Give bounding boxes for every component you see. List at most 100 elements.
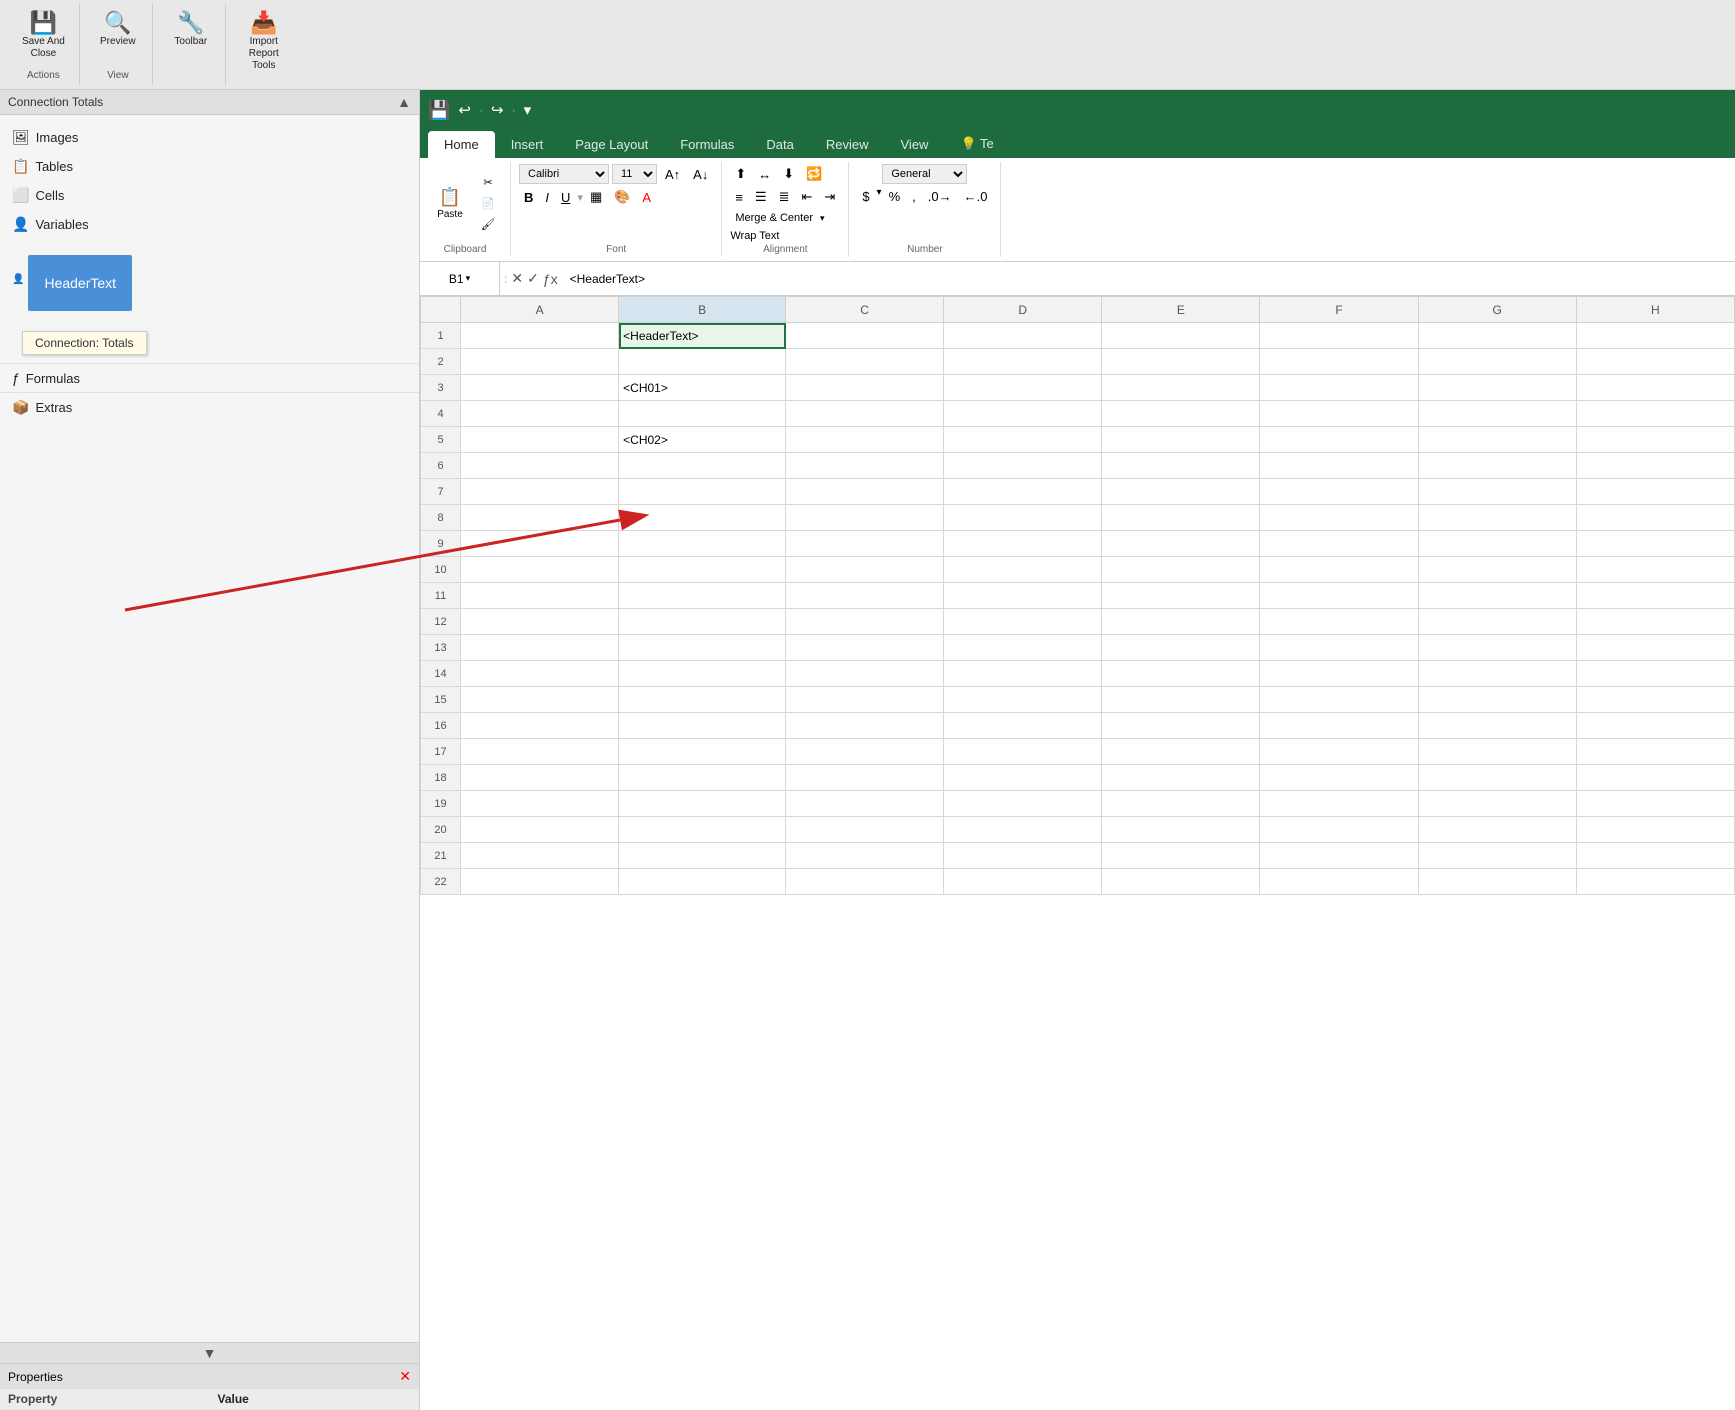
cell[interactable] [1260,791,1418,817]
cell[interactable] [1102,375,1260,401]
cell[interactable] [786,453,944,479]
sidebar-item-tables[interactable]: 📋 Tables [0,152,419,181]
fill-color-button[interactable]: 🎨 [609,187,635,207]
cell[interactable] [1260,765,1418,791]
cell[interactable] [944,505,1102,531]
cell[interactable] [944,427,1102,453]
cell[interactable] [619,531,786,557]
tab-data[interactable]: Data [750,131,809,158]
cell[interactable] [786,739,944,765]
col-header-B[interactable]: B [619,297,786,323]
cell[interactable] [1102,765,1260,791]
sidebar-item-formulas[interactable]: ƒ Formulas [0,363,419,392]
cell[interactable] [786,583,944,609]
cell[interactable] [461,713,619,739]
col-header-D[interactable]: D [944,297,1102,323]
cell[interactable] [1576,349,1734,375]
cell[interactable] [1102,505,1260,531]
formula-cancel-icon[interactable]: ✕ [511,270,523,287]
cell[interactable] [786,843,944,869]
cell[interactable] [461,869,619,895]
cell[interactable] [1576,635,1734,661]
cell[interactable] [944,791,1102,817]
cell[interactable] [1102,635,1260,661]
cell[interactable] [1260,635,1418,661]
cell[interactable] [1102,687,1260,713]
cell[interactable] [1260,609,1418,635]
cell[interactable] [1260,583,1418,609]
cell[interactable] [1260,869,1418,895]
import-report-button[interactable]: 📥 Import Report Tools [238,8,290,76]
cell[interactable] [1576,869,1734,895]
preview-button[interactable]: 🔍 Preview [92,8,144,52]
cell[interactable] [1102,843,1260,869]
cell[interactable] [1260,687,1418,713]
paste-button[interactable]: 📋 Paste [428,184,472,223]
cell[interactable] [1418,401,1576,427]
sidebar-item-cells[interactable]: ⬜ Cells [0,181,419,210]
cell[interactable] [1260,375,1418,401]
bold-button[interactable]: B [519,188,538,207]
cell[interactable] [461,453,619,479]
cell[interactable] [786,765,944,791]
cell[interactable] [619,401,786,427]
cell[interactable] [1418,661,1576,687]
cell[interactable] [786,661,944,687]
cell[interactable] [1260,479,1418,505]
comma-button[interactable]: , [907,187,921,206]
cell[interactable] [461,557,619,583]
cell[interactable] [1576,557,1734,583]
sidebar-item-extras[interactable]: 📦 Extras [0,392,419,422]
cell[interactable] [1418,791,1576,817]
cell[interactable] [619,765,786,791]
cell[interactable] [1576,791,1734,817]
cell[interactable] [1260,661,1418,687]
cell[interactable] [944,765,1102,791]
cell[interactable] [619,713,786,739]
cell[interactable] [1102,427,1260,453]
cell[interactable] [461,635,619,661]
cell[interactable] [944,323,1102,349]
align-bottom-button[interactable]: ⬇ [778,164,799,184]
cell[interactable] [944,531,1102,557]
decimal-decrease-button[interactable]: ←.0 [959,187,993,206]
cell[interactable] [461,583,619,609]
cell-reference[interactable]: B1 ▾ [420,262,500,295]
cell[interactable] [786,713,944,739]
cell[interactable] [1260,843,1418,869]
cell[interactable] [619,635,786,661]
cell[interactable] [944,739,1102,765]
cell[interactable]: <CH02> [619,427,786,453]
cell[interactable] [1418,349,1576,375]
cell[interactable] [786,817,944,843]
cell[interactable] [786,791,944,817]
cell[interactable] [1102,817,1260,843]
merge-center-button[interactable]: Merge & Center [730,210,818,226]
cell[interactable] [1576,609,1734,635]
cell[interactable] [1418,713,1576,739]
format-painter-button[interactable]: 🖌 [474,215,502,234]
cell[interactable] [786,531,944,557]
cell[interactable] [786,479,944,505]
cell[interactable] [944,869,1102,895]
cell[interactable] [1576,323,1734,349]
font-size-select[interactable]: 11 [612,164,657,184]
formula-input[interactable]: <HeaderText> [562,262,1735,295]
cell[interactable] [619,557,786,583]
copy-button[interactable]: 📄 [474,194,502,213]
cell[interactable] [1576,479,1734,505]
decrease-font-button[interactable]: A↓ [688,165,713,184]
col-header-A[interactable]: A [461,297,619,323]
font-color-button[interactable]: A [637,188,656,207]
cell[interactable] [619,661,786,687]
cell[interactable] [1418,453,1576,479]
cell[interactable] [944,349,1102,375]
cell[interactable] [619,817,786,843]
cell[interactable]: <CH01> [619,375,786,401]
cell[interactable] [944,687,1102,713]
cell[interactable] [1102,609,1260,635]
tab-review[interactable]: Review [810,131,885,158]
cell[interactable] [1418,765,1576,791]
cell[interactable] [944,661,1102,687]
col-header-C[interactable]: C [786,297,944,323]
